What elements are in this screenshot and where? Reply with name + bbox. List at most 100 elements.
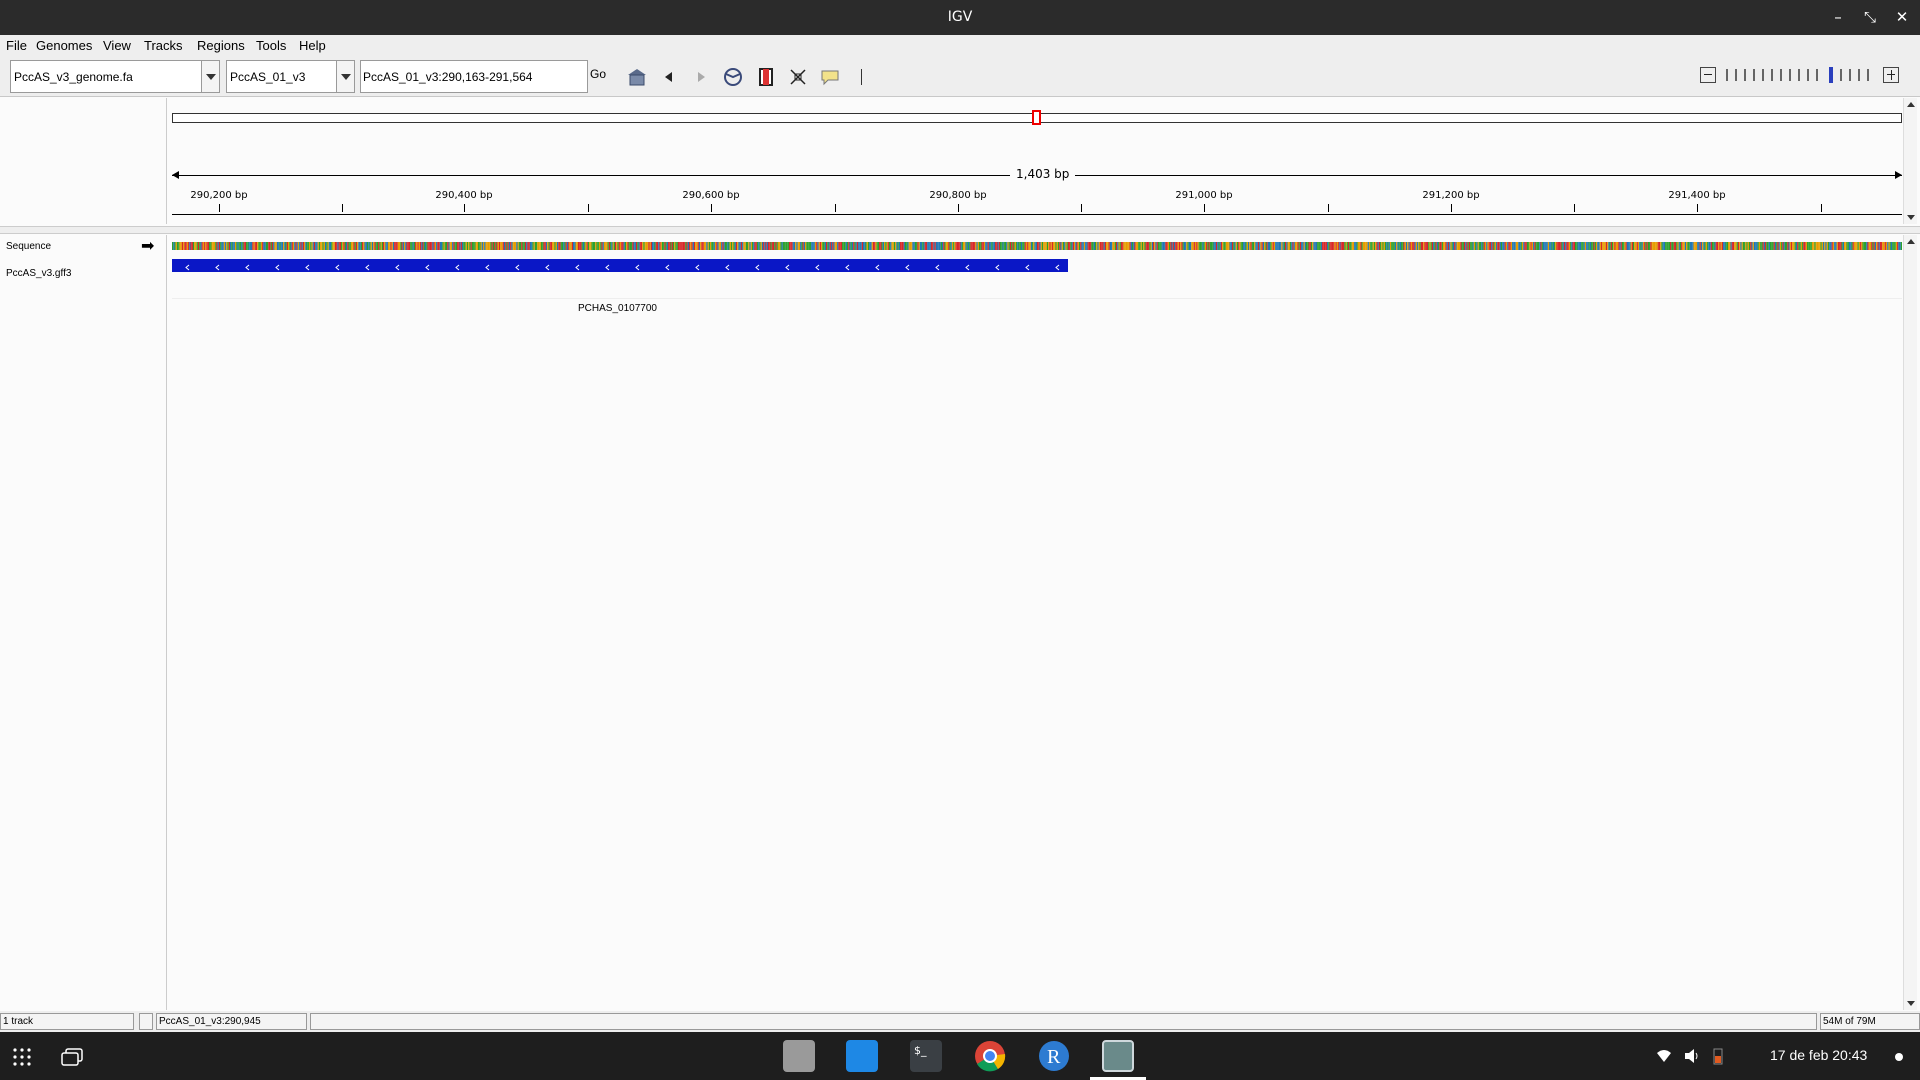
genome-dropdown[interactable]: PccAS_v3_genome.fa	[10, 60, 220, 93]
sequence-base	[1547, 242, 1550, 250]
sequence-base	[1292, 242, 1294, 250]
scroll-up-icon[interactable]	[1907, 102, 1915, 107]
zoom-in-button[interactable]	[1883, 67, 1899, 83]
sequence-base	[586, 242, 588, 250]
menu-genomes[interactable]: Genomes	[36, 38, 92, 53]
files-app-icon[interactable]	[783, 1040, 815, 1072]
sequence-base	[1402, 242, 1404, 250]
menu-tools[interactable]: Tools	[256, 38, 286, 53]
battery-icon[interactable]	[1712, 1047, 1724, 1065]
panel-divider[interactable]	[0, 226, 1920, 234]
sequence-base	[605, 242, 607, 250]
volume-icon[interactable]	[1684, 1048, 1700, 1064]
chrome-app-icon[interactable]	[974, 1040, 1006, 1072]
gene-feature[interactable]	[172, 259, 1068, 272]
zoom-tick[interactable]	[1858, 69, 1860, 81]
sequence-base	[447, 242, 449, 250]
sequence-base	[930, 242, 933, 250]
scroll-up-icon[interactable]	[1907, 239, 1915, 244]
zoom-tick[interactable]	[1840, 69, 1842, 81]
scroll-down-icon[interactable]	[1907, 215, 1915, 220]
clock[interactable]: 17 de feb 20:43	[1770, 1047, 1867, 1063]
annotation-track[interactable]: PCHAS_0107700	[172, 259, 1902, 314]
strand-arrow-icon[interactable]: ➡	[141, 238, 154, 254]
zoom-tick[interactable]	[1816, 69, 1818, 81]
sequence-base	[333, 242, 335, 250]
zoom-tick[interactable]	[1798, 69, 1800, 81]
zoom-tick-current[interactable]	[1829, 67, 1833, 83]
forward-icon[interactable]	[690, 66, 712, 88]
sequence-base	[1644, 242, 1646, 250]
chevron-down-icon[interactable]	[336, 61, 354, 92]
apps-grid-icon[interactable]	[12, 1047, 32, 1067]
go-button[interactable]: Go	[590, 67, 606, 81]
sequence-base	[1769, 242, 1772, 250]
wifi-icon[interactable]	[1656, 1048, 1672, 1064]
chromosome-dropdown[interactable]: PccAS_01_v3	[226, 60, 355, 93]
sequence-base	[642, 242, 644, 250]
sequence-base	[1777, 242, 1779, 250]
minimize-icon[interactable]: –	[1828, 7, 1848, 27]
notification-dot-icon[interactable]	[1895, 1053, 1903, 1061]
sequence-base	[1823, 242, 1825, 250]
zoom-tick[interactable]	[1726, 69, 1728, 81]
zoom-tick[interactable]	[1744, 69, 1746, 81]
data-panel[interactable]: PCHAS_0107700	[172, 235, 1902, 1010]
ruler-panel[interactable]: 1,403 bp 290,200 bp 290,400 bp 290,600 b…	[172, 98, 1902, 224]
back-icon[interactable]	[658, 66, 680, 88]
fit-window-icon[interactable]	[787, 66, 809, 88]
zoom-tick[interactable]	[1762, 69, 1764, 81]
sequence-base	[1040, 242, 1042, 250]
sequence-track[interactable]	[172, 242, 1902, 250]
sequence-base	[808, 242, 810, 250]
store-app-icon[interactable]	[846, 1040, 878, 1072]
header-scrollbar[interactable]	[1903, 98, 1917, 224]
sequence-base	[970, 242, 972, 250]
track-name-sequence[interactable]: Sequence	[6, 241, 51, 252]
region-of-interest-icon[interactable]	[755, 66, 777, 88]
menu-file[interactable]: File	[6, 38, 27, 53]
chevron-down-icon[interactable]	[201, 61, 219, 92]
zoom-tick[interactable]	[1849, 69, 1851, 81]
restore-icon[interactable]: ⤡	[1860, 7, 1880, 27]
track-name-annotation[interactable]: PccAS_v3.gff3	[6, 268, 71, 279]
sequence-base	[890, 242, 892, 250]
sequence-base	[381, 242, 383, 250]
strand-chevron	[605, 264, 610, 271]
zoom-tick[interactable]	[1780, 69, 1782, 81]
menu-regions[interactable]: Regions	[197, 38, 245, 53]
sequence-base	[258, 242, 260, 250]
zoom-tick[interactable]	[1753, 69, 1755, 81]
menu-help[interactable]: Help	[299, 38, 326, 53]
sequence-base	[1797, 242, 1799, 250]
r-app-icon[interactable]: R	[1038, 1040, 1070, 1072]
zoom-tick[interactable]	[1771, 69, 1773, 81]
menu-view[interactable]: View	[103, 38, 131, 53]
zoom-tick[interactable]	[1867, 69, 1869, 81]
zoom-tick[interactable]	[1735, 69, 1737, 81]
sequence-base	[1045, 242, 1047, 250]
sequence-base	[1154, 242, 1156, 250]
sequence-base	[1888, 242, 1890, 250]
igv-app-icon[interactable]	[1102, 1040, 1134, 1072]
sequence-base	[1504, 242, 1506, 250]
refresh-icon[interactable]	[722, 66, 744, 88]
home-icon[interactable]	[626, 66, 648, 88]
close-icon[interactable]: ✕	[1892, 7, 1912, 27]
menu-tracks[interactable]: Tracks	[144, 38, 183, 53]
popup-info-icon[interactable]	[819, 66, 841, 88]
data-scrollbar[interactable]	[1903, 235, 1917, 1010]
sequence-base	[576, 242, 578, 250]
sequence-base	[1719, 242, 1721, 250]
sequence-base	[1222, 242, 1224, 250]
zoom-tick[interactable]	[1807, 69, 1809, 81]
sequence-base	[999, 242, 1002, 250]
terminal-app-icon[interactable]: $_	[910, 1040, 942, 1072]
sequence-base	[1267, 242, 1269, 250]
zoom-tick[interactable]	[1789, 69, 1791, 81]
sequence-base	[861, 242, 864, 250]
locus-input[interactable]: PccAS_01_v3:290,163-291,564	[360, 60, 588, 93]
scroll-down-icon[interactable]	[1907, 1001, 1915, 1006]
zoom-out-button[interactable]	[1700, 67, 1716, 83]
window-overview-icon[interactable]	[61, 1048, 83, 1066]
